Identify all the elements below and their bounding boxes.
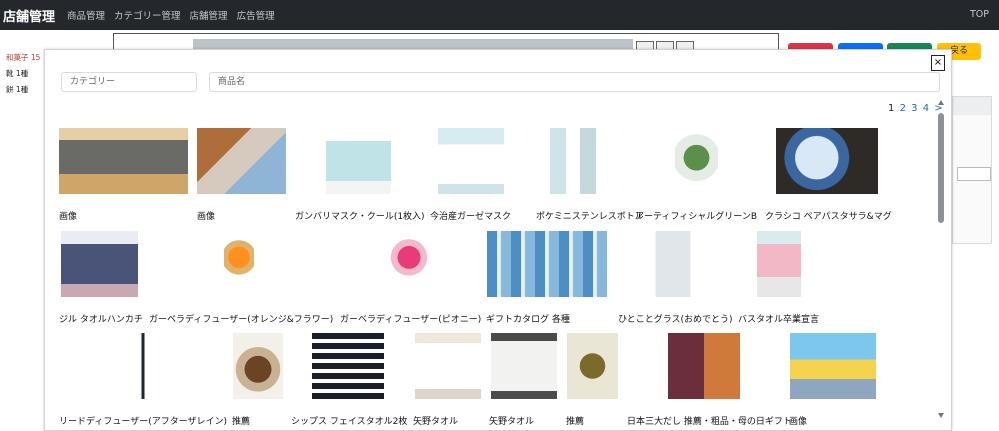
nav-link-stores[interactable]: 店舗管理	[190, 8, 228, 22]
product-thumbnail[interactable]	[567, 333, 618, 399]
product-name: ガーベラディフューザー(オレンジ&フラワー)	[149, 315, 334, 325]
product-thumbnail[interactable]	[135, 333, 151, 399]
nav-link-products[interactable]: 商品管理	[67, 8, 105, 22]
background-category-list: 和菓子 15 靴 1種 餅 1種	[6, 50, 40, 98]
product-name: 日本三大だし 推薦・粗品・母の日ギフト	[627, 417, 792, 427]
product-name: リードディフューザー(アフターザレイン)	[59, 417, 228, 427]
category-search-input[interactable]	[61, 72, 197, 92]
product-thumbnail[interactable]	[790, 333, 876, 399]
product-picker-modal: × 1 2 3 4 > 画像画像ガンバリマスク・クール(1枚入)今治産ガーゼマス…	[44, 49, 952, 431]
product-thumbnail[interactable]	[757, 231, 801, 297]
scroll-down-arrow-icon[interactable]	[938, 413, 944, 418]
background-side-panel	[952, 96, 992, 244]
page-3-link[interactable]: 3	[911, 103, 917, 114]
product-name: 矢野タオル	[413, 417, 459, 427]
modal-scrollbar[interactable]	[935, 100, 947, 418]
product-name: クラシコ ペアパスタサラ&マグ	[765, 212, 892, 222]
product-thumbnail[interactable]	[61, 231, 138, 297]
scroll-up-arrow-icon[interactable]	[938, 100, 944, 105]
product-name: ジル タオルハンカチ	[59, 315, 143, 325]
product-name: 今治産ガーゼマスク	[430, 212, 512, 222]
product-name: 矢野タオル	[489, 417, 535, 427]
close-button[interactable]: ×	[931, 55, 945, 71]
product-name: 推薦	[566, 417, 585, 427]
page-4-link[interactable]: 4	[923, 103, 929, 114]
product-name: バスタオル卒業宣言	[738, 315, 820, 325]
product-name: 画像	[197, 212, 216, 222]
product-name: シップス フェイスタオル2枚	[291, 417, 408, 427]
product-name: 画像	[789, 417, 808, 427]
product-name: 推薦	[232, 417, 251, 427]
brand-title[interactable]: 店舗管理	[3, 6, 55, 25]
product-thumbnail[interactable]	[224, 231, 254, 297]
product-name-search-input[interactable]	[209, 72, 940, 92]
product-name: ひとことグラス(おめでとう)	[618, 315, 733, 325]
nav-link-top[interactable]: TOP	[970, 9, 989, 20]
product-name: アーティフィシャルグリーンB	[635, 212, 758, 222]
background-list-item: 靴 1種	[6, 69, 29, 78]
product-thumbnail[interactable]	[388, 231, 430, 297]
product-thumbnail[interactable]	[491, 333, 557, 399]
product-thumbnail[interactable]	[415, 333, 481, 399]
product-thumbnail[interactable]	[776, 128, 878, 194]
nav-link-ads[interactable]: 広告管理	[237, 8, 275, 22]
product-name: ポケミニステンレスボトル	[536, 212, 644, 222]
background-panel-input[interactable]	[957, 167, 991, 181]
product-name: 画像	[59, 212, 78, 222]
product-thumbnail[interactable]	[668, 333, 740, 399]
nav-link-categories[interactable]: カテゴリー管理	[114, 8, 181, 22]
product-thumbnail[interactable]	[326, 128, 391, 194]
product-name: ガーベラディフューザー(ピオニー)	[340, 315, 482, 325]
product-thumbnail[interactable]	[59, 128, 188, 194]
product-name: ギフトカタログ 各種	[486, 315, 570, 325]
page-1-link[interactable]: 1	[888, 103, 894, 114]
product-thumbnail[interactable]	[487, 231, 607, 297]
product-thumbnail[interactable]	[438, 128, 504, 194]
background-list-item: 餅 1種	[6, 85, 29, 94]
scrollbar-thumb[interactable]	[938, 113, 944, 223]
product-thumbnail[interactable]	[675, 128, 718, 194]
top-navbar: 店舗管理 商品管理 カテゴリー管理 店舗管理 広告管理 TOP	[0, 0, 999, 30]
page-2-link[interactable]: 2	[900, 103, 906, 114]
product-thumbnail[interactable]	[233, 333, 283, 399]
product-name: ガンバリマスク・クール(1枚入)	[295, 212, 425, 222]
background-list-item: 和菓子 15	[6, 53, 41, 62]
product-thumbnail[interactable]	[312, 333, 384, 399]
product-thumbnail[interactable]	[197, 128, 286, 194]
product-thumbnail[interactable]	[648, 231, 698, 297]
background-panel-header	[953, 97, 991, 115]
product-thumbnail[interactable]	[550, 128, 596, 194]
